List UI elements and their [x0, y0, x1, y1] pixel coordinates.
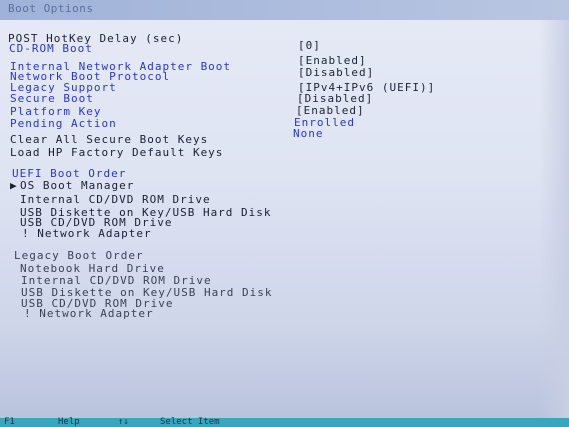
setting-pending-action-label: Pending Action: [10, 117, 117, 130]
setting-internal-network-adapter-boot-value[interactable]: [Disabled]: [298, 67, 374, 79]
legacy-item-network-adapter[interactable]: ! Network Adapter: [24, 308, 154, 320]
page-title: Boot Options: [8, 2, 94, 15]
uefi-item-os-boot-manager[interactable]: OS Boot Manager: [20, 180, 134, 192]
load-hp-factory-keys-action[interactable]: Load HP Factory Default Keys: [10, 147, 223, 159]
title-bar: Boot Options: [0, 0, 569, 20]
uefi-item-internal-cd-dvd[interactable]: Internal CD/DVD ROM Drive: [20, 194, 211, 206]
selection-arrow-icon: ▶: [10, 179, 18, 192]
footer-label-help: Help: [58, 417, 80, 427]
right-border: [539, 20, 569, 418]
legacy-boot-order-heading: Legacy Boot Order: [14, 249, 144, 262]
uefi-item-network-adapter[interactable]: ! Network Adapter: [22, 228, 152, 240]
clear-secure-boot-keys-action[interactable]: Clear All Secure Boot Keys: [10, 134, 208, 146]
footer-key-arrows: ↑↓: [118, 417, 129, 427]
setting-cd-rom-boot-label[interactable]: CD-ROM Boot: [9, 43, 93, 55]
setting-post-hotkey-delay-value[interactable]: [0]: [298, 40, 321, 52]
setting-secure-boot-label[interactable]: Secure Boot: [10, 93, 94, 105]
footer-label-select-item: Select Item: [160, 417, 220, 427]
footer-key-help-bar: F1 Help ↑↓ Select Item: [0, 417, 569, 427]
setting-pending-action-value: None: [293, 127, 324, 140]
footer-key-f1: F1: [4, 417, 15, 427]
